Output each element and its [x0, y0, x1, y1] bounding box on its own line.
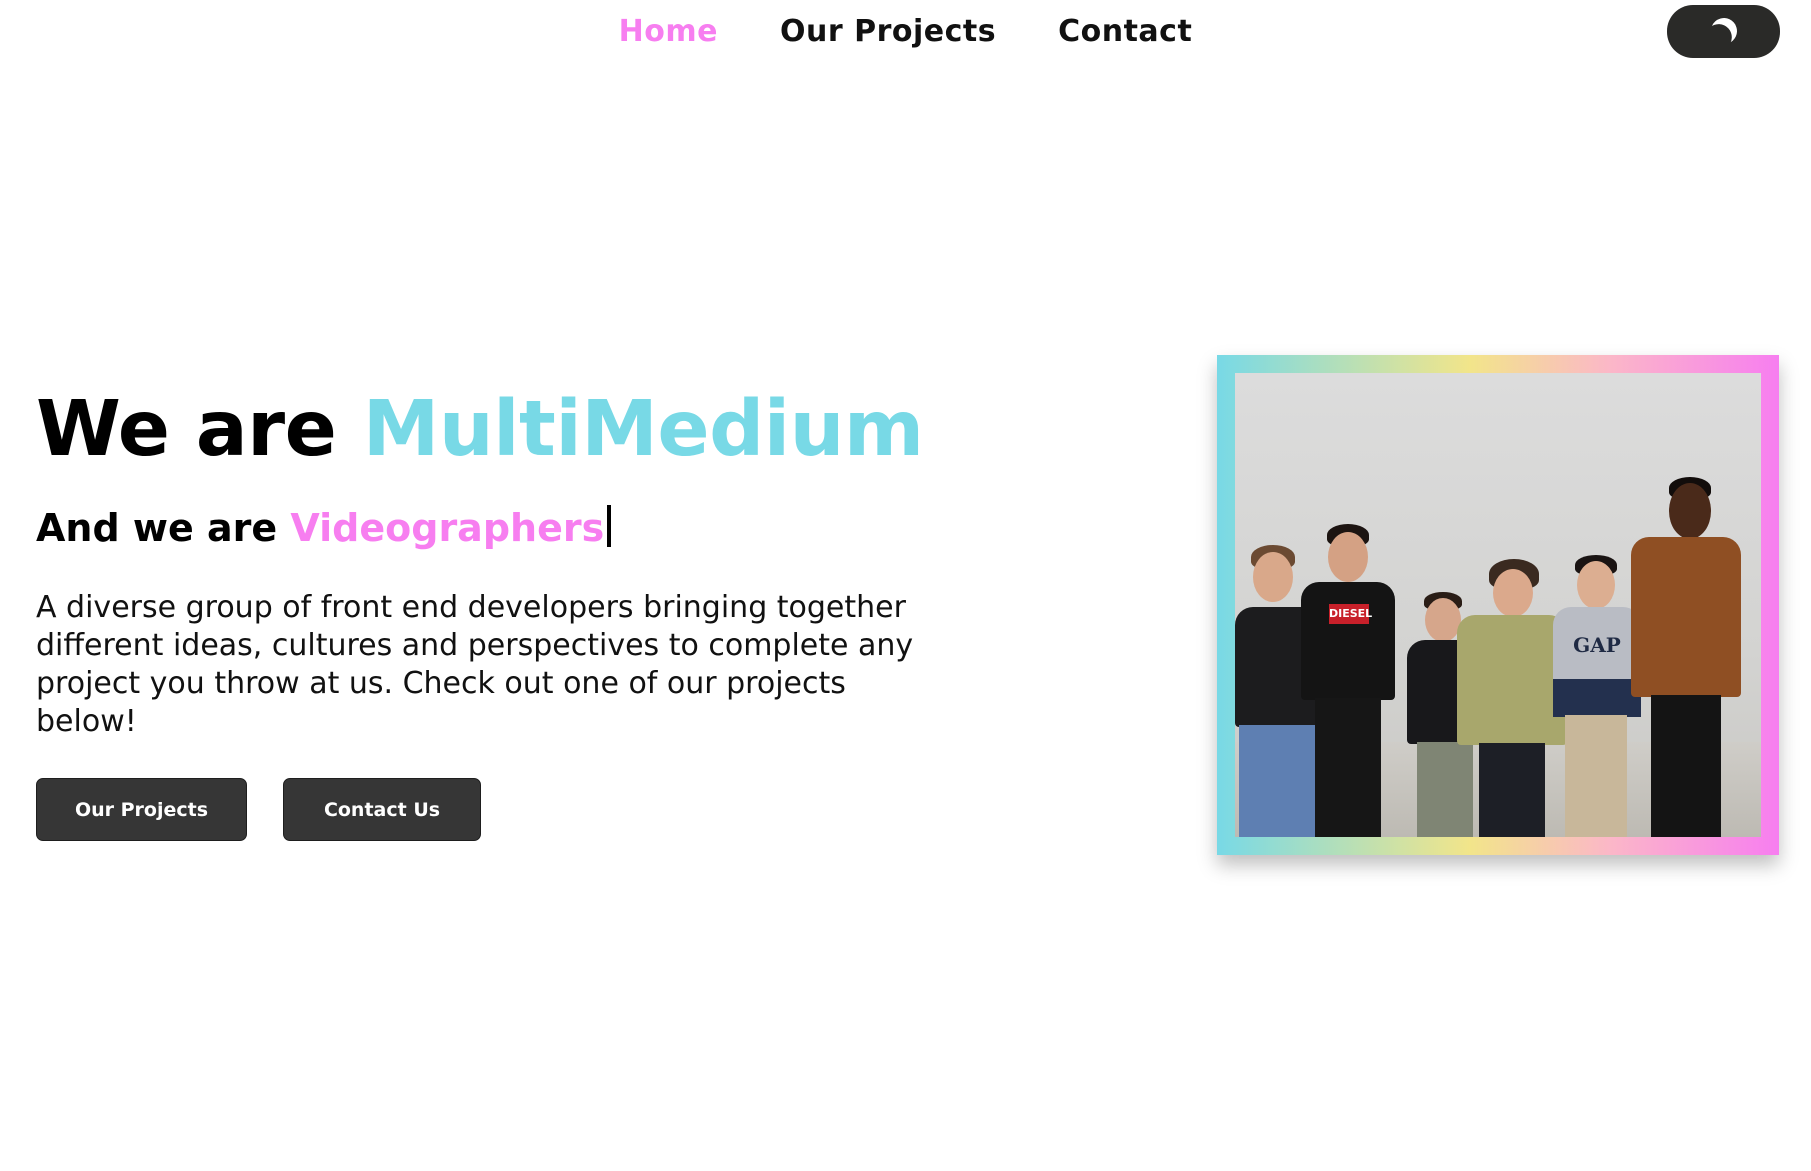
hero-title: We are MultiMedium: [36, 385, 924, 475]
team-photo: DIESEL GAP: [1235, 373, 1761, 837]
hero-subtitle-prefix: And we are: [36, 506, 278, 550]
team-photo-frame: DIESEL GAP: [1217, 355, 1779, 855]
top-nav: Home Our Projects Contact: [0, 0, 1811, 66]
hero-description: A diverse group of front end developers …: [36, 590, 914, 739]
nav-link-our-projects[interactable]: Our Projects: [780, 12, 996, 52]
nav-link-home[interactable]: Home: [619, 12, 718, 52]
nav-link-contact[interactable]: Contact: [1058, 12, 1192, 52]
contact-us-button[interactable]: Contact Us: [283, 778, 481, 841]
theme-toggle-button[interactable]: [1667, 5, 1780, 58]
typed-role: Videographers: [290, 506, 605, 550]
shirt-print: DIESEL: [1329, 604, 1372, 624]
moon-icon: [1707, 14, 1740, 47]
team-member-2: DIESEL: [1297, 442, 1397, 837]
team-member-4: [1457, 465, 1567, 837]
nav-links: Home Our Projects Contact: [0, 12, 1811, 52]
our-projects-button[interactable]: Our Projects: [36, 778, 247, 841]
shirt-print: GAP: [1573, 633, 1621, 657]
hero-title-prefix: We are: [36, 385, 337, 474]
hero-subtitle: And we are Videographers: [36, 503, 612, 553]
team-member-6: [1631, 417, 1741, 837]
team-member-5: GAP: [1553, 457, 1641, 837]
brand-name: MultiMedium: [362, 385, 924, 474]
page: Home Our Projects Contact We are MultiMe…: [0, 0, 1811, 1171]
typing-caret: [607, 505, 612, 547]
